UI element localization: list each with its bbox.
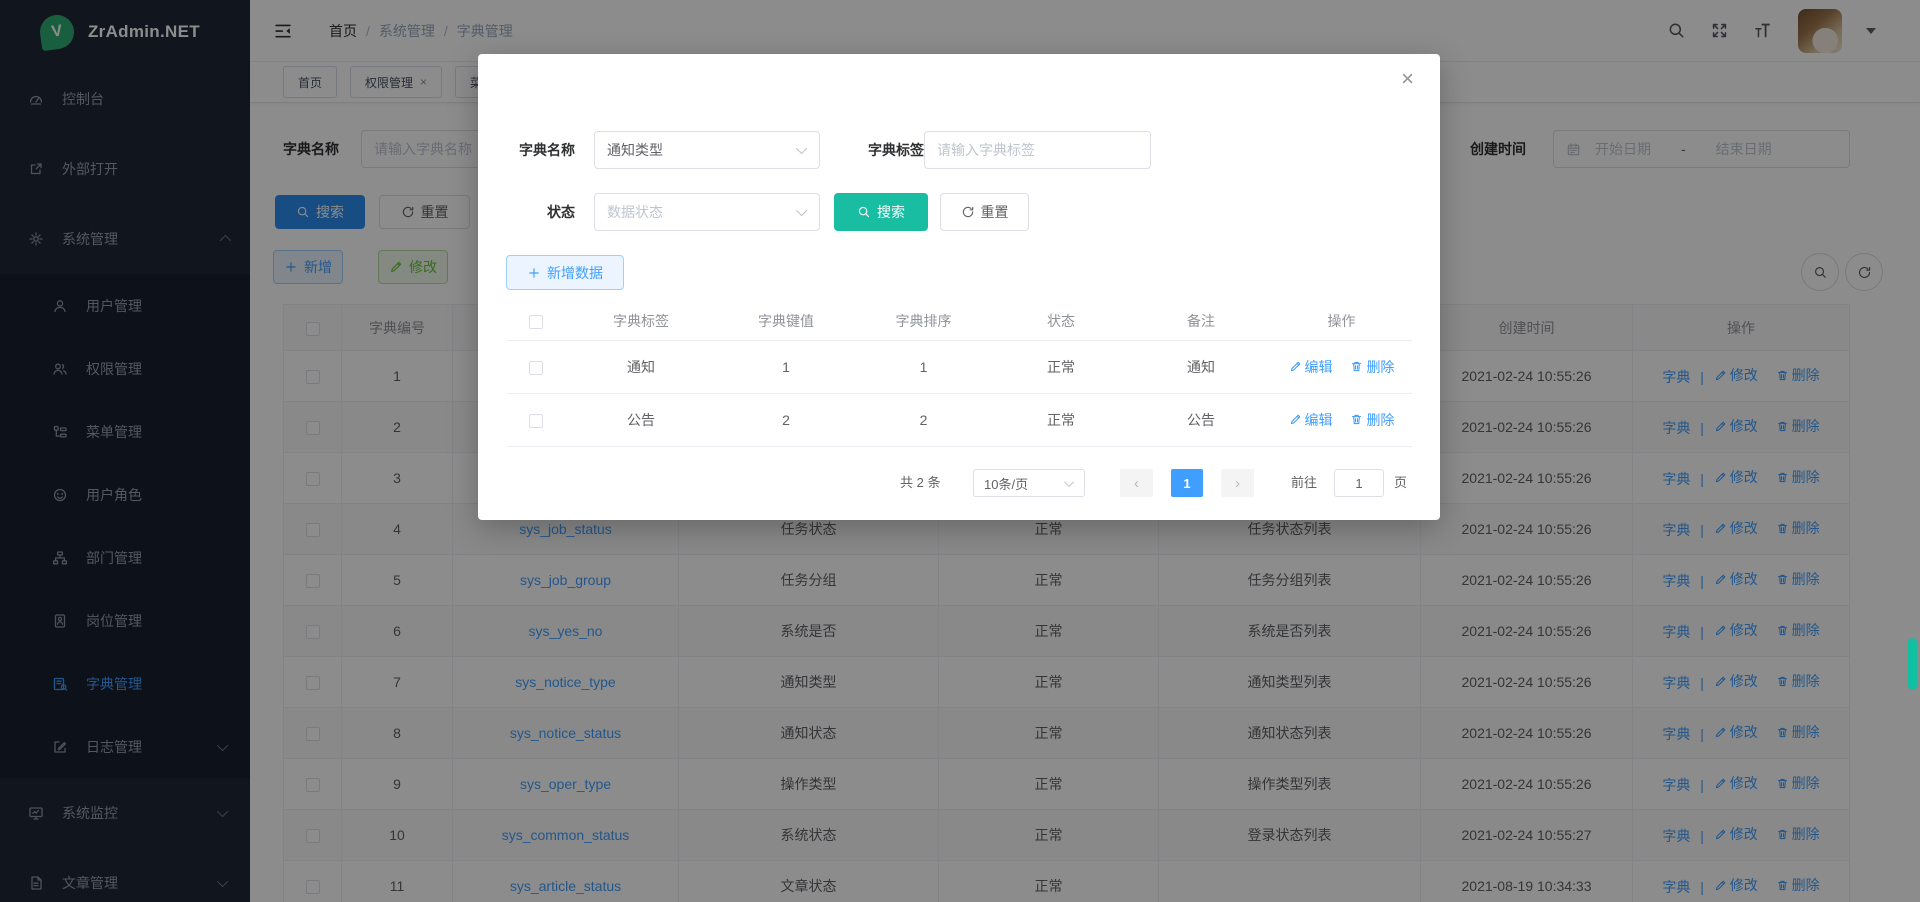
table-header-row: 字典标签 字典键值 字典排序 状态 备注 操作 <box>506 302 1412 340</box>
cell-dict-sort: 1 <box>856 340 991 393</box>
chevron-down-icon <box>796 143 807 154</box>
cell-dict-value: 1 <box>716 340 856 393</box>
cell-dict-label: 通知 <box>566 340 716 393</box>
search-icon <box>857 205 871 219</box>
prev-page-button[interactable]: ‹ <box>1120 469 1153 497</box>
plus-icon <box>527 266 541 280</box>
row-checkbox[interactable] <box>529 361 543 375</box>
cell-remark: 通知 <box>1131 340 1271 393</box>
row-delete-link[interactable]: 删除 <box>1350 410 1394 430</box>
table-row: 公告 2 2 正常 公告 编辑 删除 <box>506 393 1412 446</box>
col-header: 字典键值 <box>716 302 856 340</box>
page-number-button[interactable]: 1 <box>1171 469 1203 497</box>
dialog-search-button[interactable]: 搜索 <box>834 193 928 231</box>
page-size-select[interactable]: 10条/页 <box>973 469 1085 497</box>
dict-name-select[interactable]: 通知类型 <box>594 131 820 169</box>
table-row: 通知 1 1 正常 通知 编辑 删除 <box>506 340 1412 393</box>
pencil-icon <box>1289 413 1302 426</box>
row-edit-link[interactable]: 编辑 <box>1289 357 1333 377</box>
status-label: 状态 <box>505 193 575 231</box>
dialog-dict-name-label: 字典名称 <box>505 131 575 169</box>
row-checkbox[interactable] <box>529 414 543 428</box>
trash-icon <box>1350 360 1363 373</box>
goto-label: 前往 <box>1291 469 1317 497</box>
refresh-icon <box>961 205 975 219</box>
pagination-total: 共 2 条 <box>900 469 940 497</box>
dialog-reset-button[interactable]: 重置 <box>940 193 1029 231</box>
scrollbar-thumb[interactable] <box>1908 638 1917 690</box>
page-jump-input[interactable] <box>1334 469 1384 497</box>
status-select[interactable]: 数据状态 <box>594 193 820 231</box>
dict-tag-input[interactable] <box>924 131 1151 169</box>
app-screen: V ZrAdmin.NET 控制台 外部打开 系统管理 <box>0 0 1920 902</box>
cell-remark: 公告 <box>1131 393 1271 446</box>
close-icon[interactable]: × <box>1401 68 1414 90</box>
chevron-down-icon <box>796 205 807 216</box>
col-header: 操作 <box>1271 302 1412 340</box>
next-page-button[interactable]: › <box>1221 469 1254 497</box>
dict-tag-label: 字典标签 <box>830 131 924 169</box>
cell-status: 正常 <box>991 393 1131 446</box>
pencil-icon <box>1289 360 1302 373</box>
col-header: 状态 <box>991 302 1131 340</box>
dict-data-table: 字典标签 字典键值 字典排序 状态 备注 操作 通知 1 1 正常 <box>506 302 1412 447</box>
page-unit-label: 页 <box>1394 469 1407 497</box>
pagination: 共 2 条 10条/页 ‹ 1 › 前往 页 <box>478 469 1440 497</box>
cell-dict-value: 2 <box>716 393 856 446</box>
select-all-checkbox[interactable] <box>529 315 543 329</box>
row-edit-link[interactable]: 编辑 <box>1289 410 1333 430</box>
chevron-down-icon <box>1064 477 1074 487</box>
col-header: 字典排序 <box>856 302 991 340</box>
cell-dict-sort: 2 <box>856 393 991 446</box>
col-header: 备注 <box>1131 302 1271 340</box>
dict-data-dialog: × 字典名称 通知类型 字典标签 状态 数据状态 搜索 重置 新增数据 <box>478 54 1440 520</box>
row-delete-link[interactable]: 删除 <box>1350 357 1394 377</box>
col-header: 字典标签 <box>566 302 716 340</box>
add-data-button[interactable]: 新增数据 <box>506 255 624 290</box>
cell-dict-label: 公告 <box>566 393 716 446</box>
trash-icon <box>1350 413 1363 426</box>
cell-status: 正常 <box>991 340 1131 393</box>
